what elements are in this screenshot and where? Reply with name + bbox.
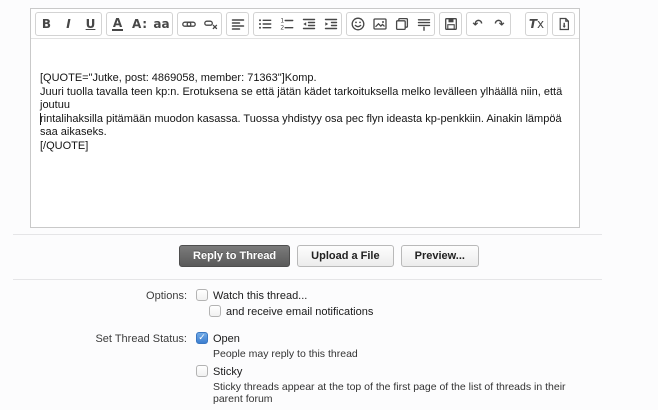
bbcode-toggle-icon bbox=[556, 16, 572, 32]
sticky-status-description: Sticky threads appear at the top of the … bbox=[213, 381, 585, 405]
options-row: Options: ✓ Watch this thread... ✓ and re… bbox=[0, 289, 658, 321]
divider-top bbox=[13, 234, 602, 235]
text-cursor bbox=[40, 113, 41, 125]
message-text-area[interactable]: [QUOTE="Jutke, post: 4869058, member: 71… bbox=[31, 39, 579, 227]
bbcode-editor-toggle-button[interactable] bbox=[553, 13, 574, 35]
toolbar-group-list: 12 bbox=[253, 12, 342, 36]
bold-button[interactable]: B bbox=[36, 13, 57, 35]
reply-editor: B I U A A: aa 12 bbox=[30, 8, 580, 228]
watch-thread-option[interactable]: ✓ Watch this thread... bbox=[196, 289, 658, 302]
toolbar-group-draft bbox=[439, 12, 462, 36]
sticky-status-option[interactable]: ✓ Sticky bbox=[196, 365, 658, 378]
action-button-row: Reply to Thread Upload a File Preview... bbox=[0, 245, 658, 267]
font-family-icon: a bbox=[153, 18, 161, 30]
toolbar-group-link bbox=[177, 12, 222, 36]
font-size-icon: A bbox=[132, 18, 141, 30]
font-size-button[interactable]: A: bbox=[129, 13, 150, 35]
save-icon bbox=[443, 16, 459, 32]
options-label: Options: bbox=[0, 289, 196, 321]
link-icon bbox=[181, 16, 197, 32]
upload-a-file-button[interactable]: Upload a File bbox=[297, 245, 393, 267]
indent-button[interactable] bbox=[320, 13, 341, 35]
underline-icon: U bbox=[86, 18, 96, 30]
alignment-button[interactable] bbox=[227, 13, 248, 35]
outdent-icon bbox=[301, 16, 317, 32]
thread-status-label: Set Thread Status: bbox=[0, 332, 196, 410]
open-status-checkbox[interactable]: ✓ bbox=[196, 332, 208, 344]
quote-icon bbox=[416, 16, 432, 32]
save-draft-button[interactable] bbox=[440, 13, 461, 35]
email-notifications-option[interactable]: ✓ and receive email notifications bbox=[209, 305, 658, 318]
ordered-list-icon: 12 bbox=[279, 16, 295, 32]
toolbar-group-bbcode bbox=[552, 12, 575, 36]
open-status-description: People may reply to this thread bbox=[213, 348, 658, 360]
alignment-icon bbox=[230, 16, 246, 32]
unlink-button[interactable] bbox=[200, 13, 221, 35]
font-family-button[interactable]: aa bbox=[151, 13, 172, 35]
unordered-list-icon bbox=[257, 16, 273, 32]
toolbar-group-history: ↶ ↷ bbox=[466, 12, 511, 36]
redo-button[interactable]: ↷ bbox=[489, 13, 510, 35]
svg-text:1: 1 bbox=[280, 17, 284, 24]
unordered-list-button[interactable] bbox=[254, 13, 275, 35]
media-icon bbox=[394, 16, 410, 32]
underline-button[interactable]: U bbox=[80, 13, 101, 35]
text-color-icon: A bbox=[112, 17, 123, 31]
open-status-label[interactable]: Open bbox=[213, 332, 240, 345]
preview-button[interactable]: Preview... bbox=[401, 245, 479, 267]
editor-toolbar: B I U A A: aa 12 bbox=[31, 9, 579, 39]
open-status-option[interactable]: ✓ Open bbox=[196, 332, 658, 345]
divider-bottom bbox=[13, 279, 602, 280]
remove-formatting-icon: T bbox=[529, 18, 537, 30]
thread-status-row: Set Thread Status: ✓ Open People may rep… bbox=[0, 332, 658, 410]
watch-thread-label[interactable]: Watch this thread... bbox=[213, 289, 307, 302]
toolbar-group-insert bbox=[346, 12, 435, 36]
message-text: [QUOTE="Jutke, post: 4869058, member: 71… bbox=[40, 72, 570, 153]
smilies-button[interactable] bbox=[347, 13, 368, 35]
italic-button[interactable]: I bbox=[58, 13, 79, 35]
check-icon: ✓ bbox=[198, 334, 206, 343]
undo-icon: ↶ bbox=[472, 18, 482, 30]
insert-image-button[interactable] bbox=[369, 13, 390, 35]
svg-text:2: 2 bbox=[280, 24, 284, 31]
remove-formatting-button[interactable]: Tx bbox=[526, 13, 547, 35]
sticky-status-label[interactable]: Sticky bbox=[213, 365, 242, 378]
redo-icon: ↷ bbox=[494, 18, 504, 30]
options-form: Options: ✓ Watch this thread... ✓ and re… bbox=[0, 289, 658, 410]
watch-thread-checkbox[interactable]: ✓ bbox=[196, 289, 208, 301]
sticky-status-checkbox[interactable]: ✓ bbox=[196, 365, 208, 377]
reply-to-thread-button[interactable]: Reply to Thread bbox=[179, 245, 290, 267]
unlink-icon bbox=[203, 16, 219, 32]
insert-media-button[interactable] bbox=[391, 13, 412, 35]
text-color-button[interactable]: A bbox=[107, 13, 128, 35]
toolbar-group-font: A A: aa bbox=[106, 12, 173, 36]
toolbar-group-basic: B I U bbox=[35, 12, 102, 36]
smilie-icon bbox=[350, 16, 366, 32]
italic-icon: I bbox=[66, 18, 70, 30]
toolbar-group-remove-format: Tx bbox=[525, 12, 548, 36]
insert-quote-button[interactable] bbox=[413, 13, 434, 35]
image-icon bbox=[372, 16, 388, 32]
email-notifications-label[interactable]: and receive email notifications bbox=[226, 305, 373, 318]
link-button[interactable] bbox=[178, 13, 199, 35]
email-notifications-checkbox[interactable]: ✓ bbox=[209, 305, 221, 317]
ordered-list-button[interactable]: 12 bbox=[276, 13, 297, 35]
indent-icon bbox=[323, 16, 339, 32]
bold-icon: B bbox=[42, 18, 51, 30]
undo-button[interactable]: ↶ bbox=[467, 13, 488, 35]
toolbar-group-align bbox=[226, 12, 249, 36]
outdent-button[interactable] bbox=[298, 13, 319, 35]
